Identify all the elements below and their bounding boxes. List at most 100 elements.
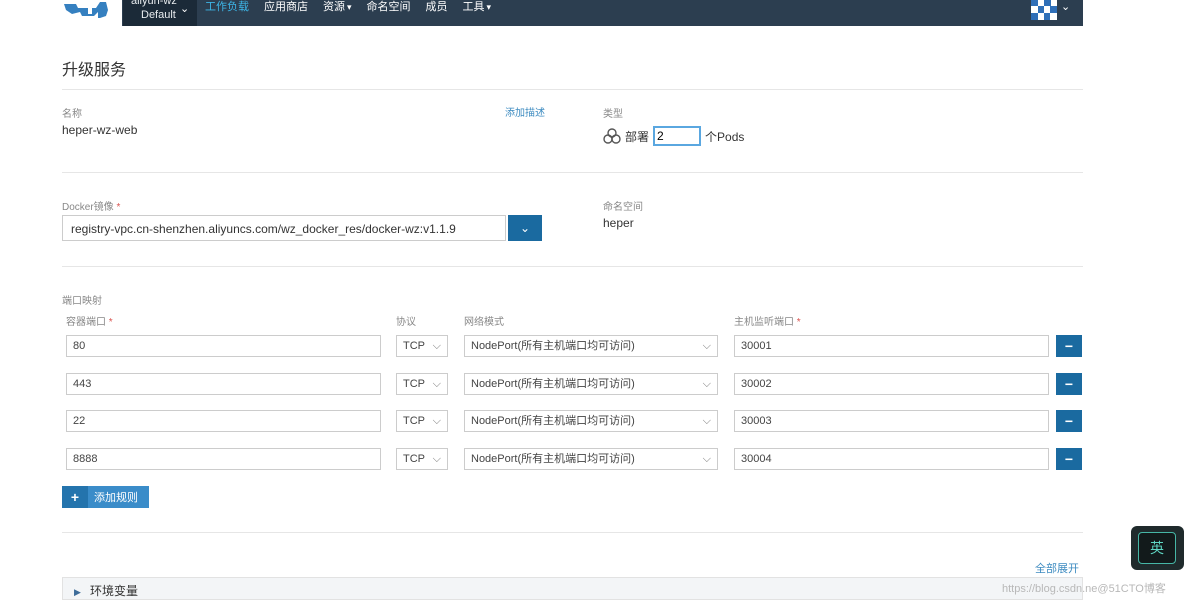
caret-right-icon: ▶: [74, 587, 81, 597]
nav-namespaces[interactable]: 命名空间: [367, 0, 426, 26]
pods-label: 个Pods: [705, 129, 745, 144]
namespace-value: heper: [603, 216, 634, 230]
image-label-text: Docker镜像: [62, 202, 114, 213]
select-value: TCP: [403, 340, 425, 352]
nav-label: 应用商店: [264, 1, 308, 13]
type-label: 类型: [603, 109, 623, 120]
divider: [62, 172, 1083, 173]
chevron-down-icon: ⌵: [702, 415, 711, 427]
add-rule-button[interactable]: + 添加规则: [62, 486, 149, 508]
select-value: NodePort(所有主机端口均可访问): [471, 340, 635, 352]
chevron-down-icon: ⌄: [180, 3, 190, 15]
required-mark: *: [116, 202, 121, 213]
nav-app-store[interactable]: 应用商店: [264, 0, 323, 26]
header-text: 容器端口: [66, 317, 106, 328]
environment-name: aliyun-wz: [131, 0, 177, 7]
nav-label: 工作负载: [205, 1, 249, 13]
divider: [62, 532, 1083, 533]
divider: [62, 89, 1083, 90]
select-value: TCP: [403, 378, 425, 390]
minus-icon: −: [1064, 338, 1074, 354]
host-port-input[interactable]: 30003: [734, 410, 1049, 432]
page-title: 升级服务: [62, 62, 127, 79]
host-port-input[interactable]: 30002: [734, 373, 1049, 395]
container-port-input[interactable]: 443: [66, 373, 381, 395]
host-port-header: 主机监听端口 *: [734, 313, 801, 328]
minus-icon: −: [1064, 376, 1074, 392]
protocol-select[interactable]: TCP ⌵: [396, 373, 448, 395]
protocol-select[interactable]: TCP ⌵: [396, 410, 448, 432]
host-port-input[interactable]: 30004: [734, 448, 1049, 470]
select-value: TCP: [403, 415, 425, 427]
chevron-down-icon: ⌵: [432, 340, 441, 352]
network-mode-select[interactable]: NodePort(所有主机端口均可访问) ⌵: [464, 335, 718, 357]
main-nav: 工作负载 应用商店 资源 ▾ 命名空间 成员 工具 ▾: [205, 0, 506, 26]
environment-switcher[interactable]: aliyun-wz Default ⌄: [123, 0, 197, 26]
nav-tools[interactable]: 工具 ▾: [463, 0, 507, 26]
chevron-down-icon: ⌄: [519, 221, 531, 235]
chevron-down-icon: ⌵: [702, 453, 711, 465]
network-mode-header: 网络模式: [464, 317, 504, 328]
remove-rule-button[interactable]: −: [1056, 335, 1082, 357]
chevron-down-icon: ⌵: [702, 378, 711, 390]
name-label: 名称: [62, 109, 82, 120]
cluster-icon: [603, 128, 621, 144]
protocol-select[interactable]: TCP ⌵: [396, 448, 448, 470]
deploy-label: 部署: [625, 129, 650, 144]
image-dropdown-button[interactable]: ⌄: [508, 215, 542, 241]
required-mark: *: [796, 317, 801, 328]
environment-sub: Default: [141, 9, 176, 21]
divider: [62, 266, 1083, 267]
select-value: NodePort(所有主机端口均可访问): [471, 415, 635, 427]
protocol-header: 协议: [396, 317, 416, 328]
nav-label: 资源: [323, 1, 345, 13]
expand-all-link[interactable]: 全部展开: [1035, 560, 1079, 576]
scale-input[interactable]: [653, 126, 702, 146]
docker-image-input[interactable]: registry-vpc.cn-shenzhen.aliyuncs.com/wz…: [62, 215, 506, 241]
ime-language-toggle[interactable]: 英: [1138, 532, 1176, 564]
watermark: https://blog.csdn.ne@51CTO博客: [1002, 583, 1166, 595]
namespace-label: 命名空间: [603, 202, 643, 213]
chevron-down-icon[interactable]: ⌄: [1061, 0, 1070, 13]
network-mode-select[interactable]: NodePort(所有主机端口均可访问) ⌵: [464, 410, 718, 432]
chevron-down-icon: ⌵: [432, 453, 441, 465]
remove-rule-button[interactable]: −: [1056, 448, 1082, 470]
user-avatar[interactable]: [1031, 0, 1057, 20]
remove-rule-button[interactable]: −: [1056, 373, 1082, 395]
nav-resources[interactable]: 资源 ▾: [323, 0, 367, 26]
minus-icon: −: [1064, 413, 1074, 429]
network-mode-select[interactable]: NodePort(所有主机端口均可访问) ⌵: [464, 373, 718, 395]
required-mark: *: [108, 317, 113, 328]
remove-rule-button[interactable]: −: [1056, 410, 1082, 432]
service-name: heper-wz-web: [62, 123, 138, 137]
port-mapping-label: 端口映射: [62, 296, 102, 307]
network-mode-select[interactable]: NodePort(所有主机端口均可访问) ⌵: [464, 448, 718, 470]
chevron-down-icon: ▾: [347, 2, 352, 12]
container-port-input[interactable]: 22: [66, 410, 381, 432]
add-rule-label: 添加规则: [94, 492, 138, 504]
env-vars-panel[interactable]: ▶ 环境变量: [62, 577, 1083, 600]
container-port-input[interactable]: 80: [66, 335, 381, 357]
add-description-link[interactable]: 添加描述: [505, 104, 545, 119]
ime-toolbar[interactable]: 英: [1131, 526, 1184, 570]
nav-members[interactable]: 成员: [426, 0, 463, 26]
minus-icon: −: [1064, 451, 1074, 467]
image-label: Docker镜像 *: [62, 198, 120, 213]
select-value: TCP: [403, 453, 425, 465]
container-port-header: 容器端口 *: [66, 313, 113, 328]
chevron-down-icon: ▾: [486, 2, 492, 12]
nav-label: 工具: [462, 1, 485, 13]
host-port-input[interactable]: 30001: [734, 335, 1049, 357]
deploy-scale: 部署 个Pods: [603, 126, 744, 146]
protocol-select[interactable]: TCP ⌵: [396, 335, 448, 357]
chevron-down-icon: ⌵: [432, 415, 441, 427]
env-vars-title: 环境变量: [90, 584, 139, 598]
header-text: 主机监听端口: [734, 317, 794, 328]
chevron-down-icon: ⌵: [702, 340, 711, 352]
nav-workloads[interactable]: 工作负载: [205, 0, 264, 26]
container-port-input[interactable]: 8888: [66, 448, 381, 470]
chevron-down-icon: ⌵: [432, 378, 441, 390]
rancher-logo[interactable]: [62, 0, 122, 26]
nav-label: 成员: [425, 1, 448, 13]
plus-icon: +: [62, 486, 88, 508]
